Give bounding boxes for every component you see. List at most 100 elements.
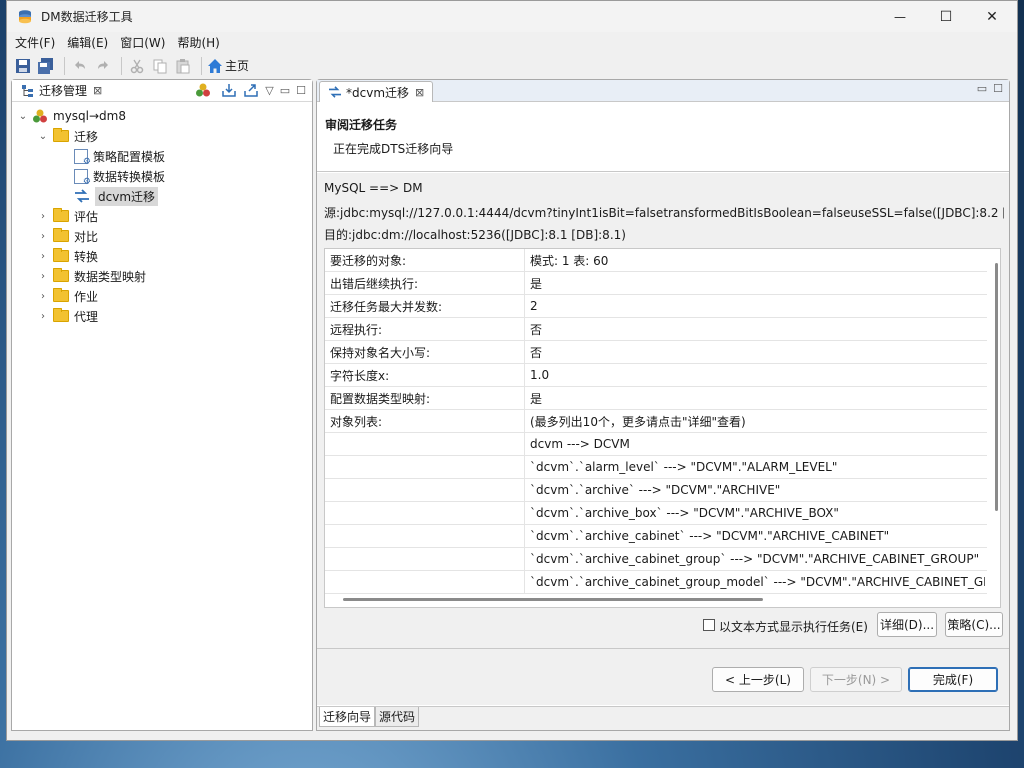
tree-node-assess-folder[interactable]: › 评估	[12, 206, 312, 226]
save-all-icon	[38, 57, 53, 74]
minimize-view-icon[interactable]: ▭	[280, 84, 290, 97]
row-value: 2	[530, 299, 538, 313]
paste-button[interactable]	[173, 56, 193, 76]
row-key: 保持对象名大小写:	[325, 341, 525, 363]
maximize-button[interactable]: ☐	[923, 1, 969, 32]
wizard-title: 审阅迁移任务	[325, 118, 398, 132]
table-row[interactable]: dcvm ---> DCVM	[325, 433, 987, 456]
row-value: (最多列出10个，更多请点击"详细"查看)	[530, 414, 746, 429]
detail-button[interactable]: 详细(D)...	[877, 612, 937, 637]
chevron-right-icon[interactable]: ›	[36, 231, 50, 242]
tree-node-strategy-template[interactable]: 策略配置模板	[12, 146, 312, 167]
home-button[interactable]: 主页	[207, 56, 249, 76]
connection-icon	[33, 109, 47, 123]
row-value: 是	[530, 391, 543, 406]
copy-button[interactable]	[150, 56, 170, 76]
table-row[interactable]: `dcvm`.`alarm_level` ---> "DCVM"."ALARM_…	[325, 456, 987, 479]
text-mode-checkbox[interactable]	[703, 619, 715, 631]
undo-icon	[75, 60, 85, 69]
minimize-view-icon[interactable]: ▭	[977, 82, 987, 95]
tab-migration-wizard[interactable]: 迁移向导	[319, 707, 376, 727]
row-value: 否	[530, 345, 543, 360]
row-key	[325, 571, 525, 593]
close-button[interactable]: ✕	[969, 1, 1015, 32]
next-button[interactable]: 下一步(N) >	[810, 667, 902, 692]
close-tab-icon[interactable]: ⊠	[415, 86, 424, 99]
chevron-down-icon[interactable]: ⌄	[16, 111, 30, 122]
menu-bar: 文件(F) 编辑(E) 窗口(W) 帮助(H)	[7, 32, 1017, 52]
menu-edit[interactable]: 编辑(E)	[61, 34, 114, 51]
tree-node-convert-folder[interactable]: › 转换	[12, 246, 312, 266]
row-key: 配置数据类型映射:	[325, 387, 525, 409]
finish-button[interactable]: 完成(F)	[908, 667, 998, 692]
editor-tools: ▭ ☐	[971, 82, 1003, 95]
table-row[interactable]: `dcvm`.`archive_cabinet` ---> "DCVM"."AR…	[325, 525, 987, 548]
table-row[interactable]: 远程执行: 否	[325, 318, 987, 341]
tree-node-connection[interactable]: ⌄ mysql→dm8	[12, 106, 312, 126]
table-row[interactable]: `dcvm`.`archive` ---> "DCVM"."ARCHIVE"	[325, 479, 987, 502]
strategy-button[interactable]: 策略(C)...	[945, 612, 1003, 637]
table-row[interactable]: 对象列表: (最多列出10个，更多请点击"详细"查看)	[325, 410, 987, 433]
desktop-bottom-strip	[0, 742, 1024, 768]
table-row[interactable]: 字符长度x: 1.0	[325, 364, 987, 387]
table-row[interactable]: 迁移任务最大并发数: 2	[325, 295, 987, 318]
import-icon[interactable]	[221, 82, 237, 98]
table-row[interactable]: 出错后继续执行: 是	[325, 272, 987, 295]
chevron-down-icon[interactable]: ⌄	[36, 131, 50, 142]
table-row[interactable]: 配置数据类型映射: 是	[325, 387, 987, 410]
row-value: `dcvm`.`archive_cabinet_group_model` ---…	[530, 575, 985, 589]
folder-icon	[53, 208, 69, 222]
chevron-right-icon[interactable]: ›	[36, 291, 50, 302]
tab-source-code[interactable]: 源代码	[375, 707, 420, 727]
redo-button[interactable]	[93, 56, 113, 76]
title-bar: DM数据迁移工具 — ☐ ✕	[7, 1, 1017, 32]
table-row[interactable]: `dcvm`.`archive_cabinet_group_model` ---…	[325, 571, 987, 594]
tree-node-label: 数据转换模板	[93, 169, 166, 184]
editor-bottom-tabs: 迁移向导 源代码	[317, 706, 1009, 730]
menu-help[interactable]: 帮助(H)	[171, 34, 225, 51]
menu-window[interactable]: 窗口(W)	[114, 34, 171, 51]
table-row[interactable]: 要迁移的对象: 模式: 1 表: 60	[325, 249, 987, 272]
table-row[interactable]: `dcvm`.`archive_box` ---> "DCVM"."ARCHIV…	[325, 502, 987, 525]
close-tab-icon[interactable]: ⊠	[93, 84, 102, 97]
row-key: 远程执行:	[325, 318, 525, 340]
row-key: 要迁移的对象:	[325, 249, 525, 271]
horizontal-scrollbar[interactable]	[343, 598, 763, 601]
chevron-right-icon[interactable]: ›	[36, 211, 50, 222]
back-button[interactable]: < 上一步(L)	[712, 667, 804, 692]
tree-node-job-folder[interactable]: › 作业	[12, 286, 312, 306]
tab-migration-manager[interactable]: 迁移管理 ⊠	[16, 81, 108, 101]
chevron-right-icon[interactable]: ›	[36, 271, 50, 282]
table-row[interactable]: `dcvm`.`archive_cabinet_group` ---> "DCV…	[325, 548, 987, 571]
tree-node-agent-folder[interactable]: › 代理	[12, 306, 312, 326]
save-button[interactable]	[13, 56, 33, 76]
export-icon[interactable]	[243, 82, 259, 98]
tree-node-type-mapping-folder[interactable]: › 数据类型映射	[12, 266, 312, 286]
chevron-right-icon[interactable]: ›	[36, 311, 50, 322]
minimize-button[interactable]: —	[877, 1, 923, 32]
chevron-right-icon[interactable]: ›	[36, 251, 50, 262]
tree-node-migrate-folder[interactable]: ⌄ 迁移	[12, 126, 312, 146]
row-value: 1.0	[530, 368, 550, 382]
new-connection-icon[interactable]	[195, 82, 211, 98]
tree-node-conversion-template[interactable]: 数据转换模板	[12, 166, 312, 187]
text-mode-label[interactable]: 以文本方式显示执行任务(E)	[719, 618, 868, 635]
save-all-button[interactable]	[36, 56, 56, 76]
view-menu-icon[interactable]: ▽	[265, 84, 273, 97]
wizard-body: MySQL ==> DM 源:jdbc:mysql://127.0.0.1:44…	[317, 173, 1009, 648]
tab-label: 迁移管理	[39, 84, 88, 98]
maximize-view-icon[interactable]: ☐	[296, 84, 306, 97]
home-label: 主页	[225, 59, 250, 73]
row-value: `dcvm`.`archive` ---> "DCVM"."ARCHIVE"	[530, 483, 781, 497]
table-row[interactable]: 保持对象名大小写: 否	[325, 341, 987, 364]
undo-button[interactable]	[70, 56, 90, 76]
maximize-view-icon[interactable]: ☐	[993, 82, 1003, 95]
tab-dcvm-migration[interactable]: *dcvm迁移 ⊠	[319, 81, 434, 102]
tree-node-dcvm-migration[interactable]: dcvm迁移	[12, 186, 312, 206]
editor-header: *dcvm迁移 ⊠ ▭ ☐	[317, 80, 1009, 102]
vertical-scrollbar[interactable]	[995, 263, 998, 511]
cut-button[interactable]	[127, 56, 147, 76]
maximize-icon: ☐	[939, 8, 953, 25]
menu-file[interactable]: 文件(F)	[9, 34, 61, 51]
tree-node-compare-folder[interactable]: › 对比	[12, 226, 312, 246]
